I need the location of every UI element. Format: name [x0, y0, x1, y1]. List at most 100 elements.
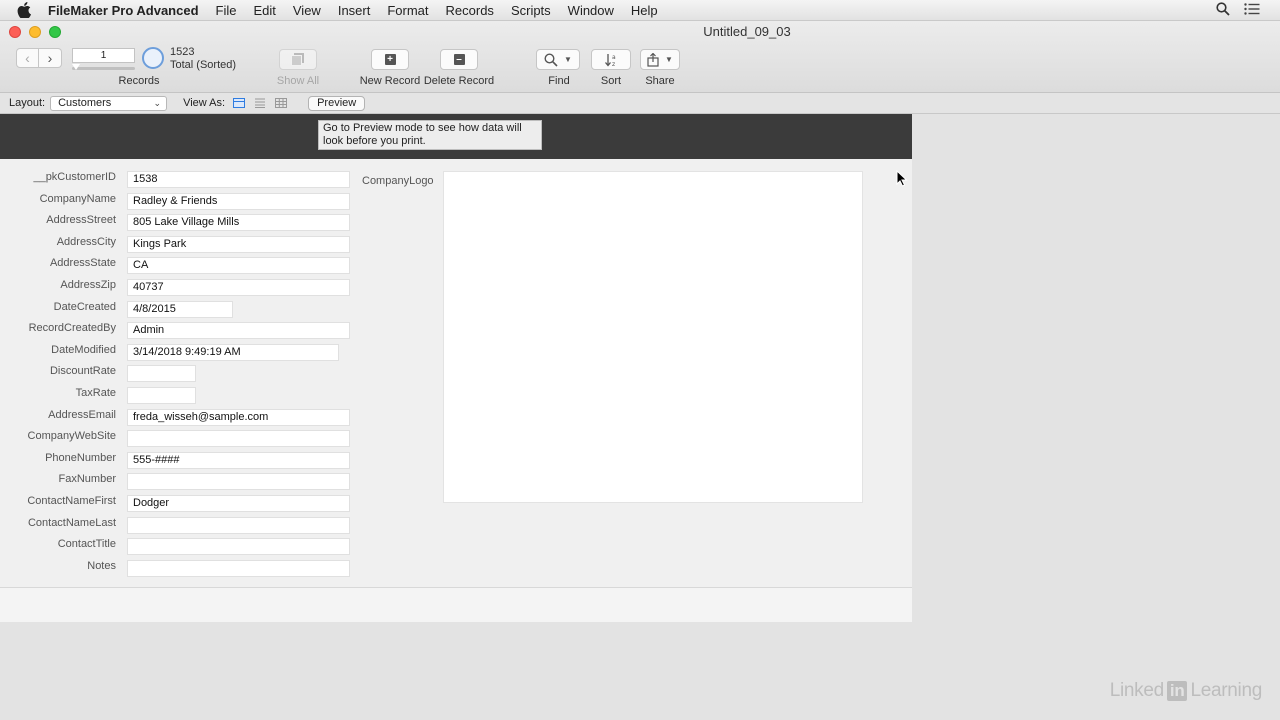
address-state-field[interactable]: CA [127, 257, 350, 275]
field-row-contact-name-last: ContactNameLast [0, 515, 116, 533]
new-record-button[interactable]: + [371, 49, 409, 70]
record-count: 1523 Total (Sorted) [170, 46, 236, 72]
menu-help[interactable]: Help [631, 3, 658, 18]
field-row-address-zip: AddressZip [0, 277, 116, 295]
found-status: Total (Sorted) [170, 59, 237, 71]
contact-name-last-label: ContactNameLast [27, 516, 116, 529]
menu-insert[interactable]: Insert [338, 3, 371, 18]
preview-tooltip: Go to Preview mode to see how data will … [318, 120, 542, 150]
contact-title-field[interactable] [127, 538, 350, 556]
mouse-pointer-icon [896, 169, 908, 192]
fax-number-field[interactable] [127, 473, 350, 491]
company-web-site-label: CompanyWebSite [27, 430, 116, 443]
field-row-address-state: AddressState [0, 255, 116, 273]
field-row-contact-title: ContactTitle [0, 536, 116, 554]
field-row-fax-number: FaxNumber [0, 471, 116, 489]
field-row-company-name: CompanyName [0, 191, 116, 209]
address-zip-field[interactable]: 40737 [127, 279, 350, 296]
pk-customer-id-field[interactable]: 1538 [127, 171, 350, 188]
discount-rate-label: DiscountRate [49, 365, 116, 378]
preview-button[interactable]: Preview [308, 95, 366, 111]
menu-records[interactable]: Records [446, 3, 494, 18]
notification-center-icon[interactable] [1244, 3, 1260, 18]
company-name-field[interactable]: Radley & Friends [127, 192, 350, 210]
layout-dropdown-value: Customers [58, 96, 112, 109]
field-row-company-web-site: CompanyWebSite [0, 428, 116, 446]
linkedin-learning-watermark: Linked in Learning [1110, 680, 1262, 702]
apple-menu-icon[interactable] [17, 2, 33, 18]
date-created-field[interactable]: 4/8/2015 [127, 300, 233, 318]
previous-record-button[interactable]: ‹ [16, 48, 39, 68]
list-view-icon[interactable] [254, 98, 266, 108]
menu-edit[interactable]: Edit [253, 3, 275, 18]
layout-dropdown[interactable]: Customers ⌄ [50, 95, 168, 111]
contact-name-last-field[interactable] [127, 516, 350, 534]
records-label: Records [118, 75, 160, 87]
contact-title-label: ContactTitle [57, 538, 116, 551]
window-toolbar: Untitled_09_03 ‹ › 1 1523 Total (Sorted)… [0, 21, 1280, 93]
found-set-pie-icon[interactable] [142, 47, 164, 69]
share-label: Share [645, 75, 675, 87]
sort-icon: az [605, 53, 616, 67]
find-button[interactable]: ▼ [536, 49, 580, 70]
show-all-icon [291, 53, 304, 66]
menu-scripts[interactable]: Scripts [511, 3, 551, 18]
address-street-field[interactable]: 805 Lake Village Mills [127, 214, 350, 232]
menu-window[interactable]: Window [568, 3, 614, 18]
find-label: Find [548, 75, 570, 87]
field-row-discount-rate: DiscountRate [0, 363, 116, 381]
form-view-icon[interactable] [233, 98, 246, 108]
menu-bar: FileMaker Pro Advanced File Edit View In… [0, 0, 1280, 21]
company-web-site-field[interactable] [127, 430, 350, 448]
menu-file[interactable]: File [216, 3, 237, 18]
spotlight-search-icon[interactable] [1216, 2, 1230, 19]
menu-format[interactable]: Format [387, 3, 428, 18]
company-logo-container-field[interactable] [443, 171, 863, 503]
app-name-menu[interactable]: FileMaker Pro Advanced [48, 3, 199, 18]
linkedin-logo-icon: in [1166, 681, 1188, 701]
layout-content: Go to Preview mode to see how data will … [0, 114, 912, 622]
sort-button[interactable]: az [591, 49, 631, 70]
layout-bar: Layout: Customers ⌄ View As: Preview [0, 93, 1280, 114]
fax-number-label: FaxNumber [58, 473, 116, 486]
date-created-label: DateCreated [53, 300, 116, 313]
delete-record-button[interactable]: – [440, 49, 478, 70]
tax-rate-field[interactable] [127, 387, 196, 404]
show-all-label: Show All [276, 75, 320, 87]
chevron-down-icon: ▼ [665, 55, 673, 64]
layout-header-part: Go to Preview mode to see how data will … [0, 114, 912, 159]
svg-text:z: z [612, 61, 615, 67]
record-created-by-label: RecordCreatedBy [28, 322, 116, 335]
delete-record-label: Delete Record [423, 75, 495, 87]
record-slider-thumb[interactable] [72, 64, 80, 70]
address-email-field[interactable]: freda_wisseh@sample.com [127, 408, 350, 426]
menu-view[interactable]: View [293, 3, 321, 18]
field-row-tax-rate: TaxRate [0, 385, 116, 403]
watermark-text-before: Linked [1109, 680, 1165, 701]
discount-rate-field[interactable] [127, 365, 196, 383]
field-row-notes: Notes [0, 558, 116, 576]
field-row-date-created: DateCreated [0, 299, 116, 317]
address-city-field[interactable]: Kings Park [127, 235, 350, 253]
address-email-label: AddressEmail [48, 408, 116, 421]
current-record-input[interactable]: 1 [72, 48, 135, 63]
notes-field[interactable] [127, 559, 350, 577]
view-as-label: View As: [183, 97, 226, 109]
magnifier-icon [544, 52, 558, 67]
field-row-address-city: AddressCity [0, 234, 116, 252]
next-record-button[interactable]: › [39, 48, 62, 68]
date-modified-label: DateModified [51, 343, 116, 356]
phone-number-field[interactable]: 555-#### [127, 451, 350, 469]
address-zip-label: AddressZip [60, 279, 116, 291]
new-record-label: New Record [359, 75, 421, 87]
date-modified-field[interactable]: 3/14/2018 9:49:19 AM [127, 343, 339, 361]
watermark-text-after: Learning [1190, 680, 1262, 701]
record-created-by-field[interactable]: Admin [127, 322, 350, 340]
company-name-label: CompanyName [39, 192, 116, 205]
table-view-icon[interactable] [275, 98, 288, 108]
contact-name-first-field[interactable]: Dodger [127, 495, 350, 512]
field-row-record-created-by: RecordCreatedBy [0, 320, 116, 338]
share-button[interactable]: ▼ [640, 49, 680, 70]
record-slider-track[interactable] [72, 67, 135, 70]
show-all-button[interactable] [279, 49, 317, 70]
